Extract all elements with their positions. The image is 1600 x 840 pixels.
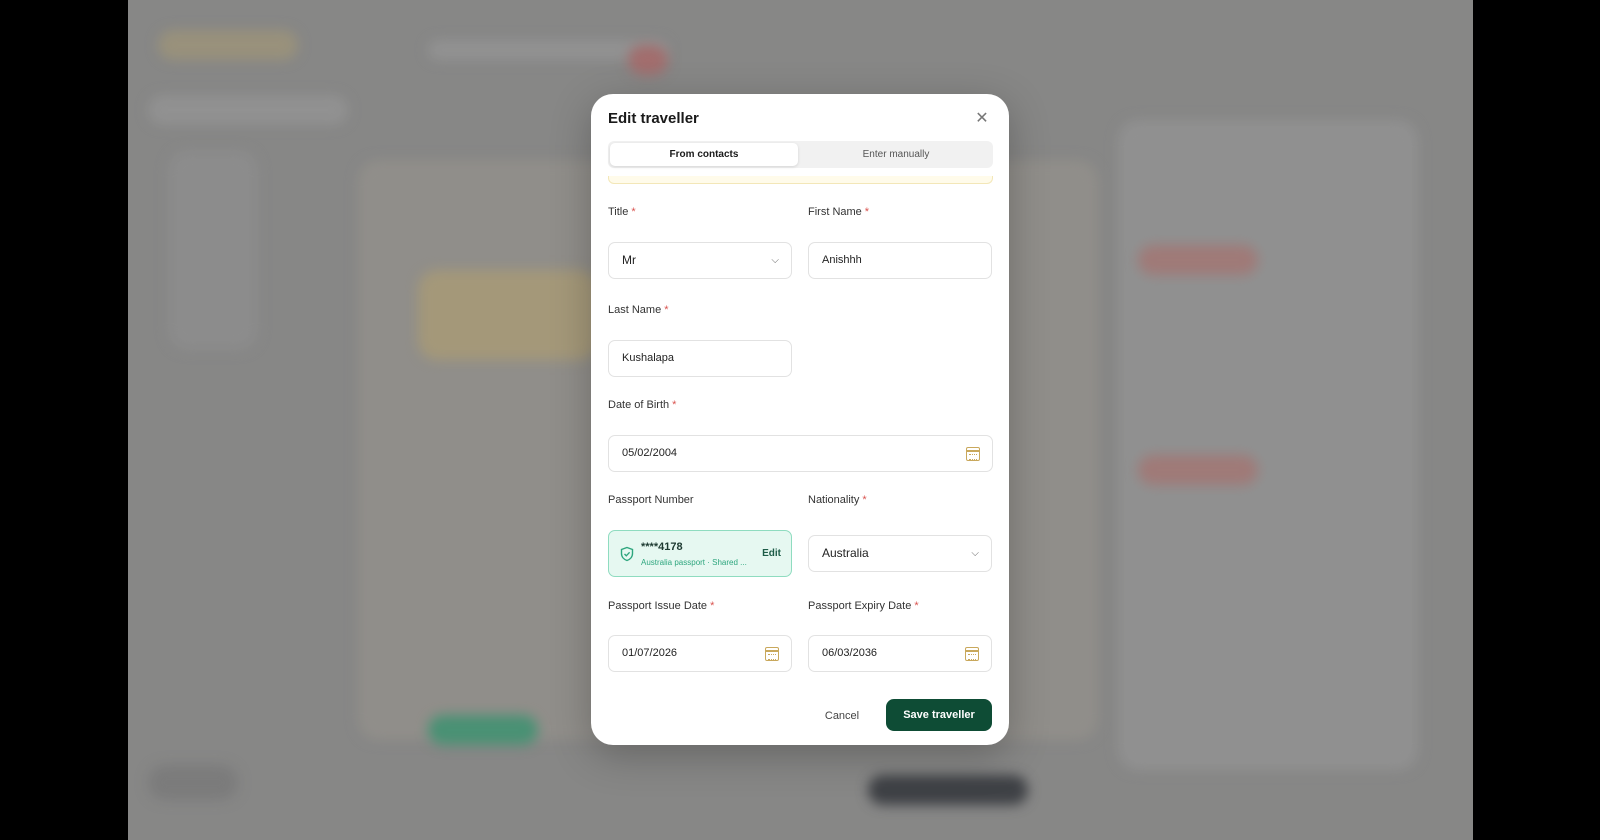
- first-name-input[interactable]: Anishhh: [808, 242, 992, 279]
- title-select[interactable]: Mr ⌵: [608, 242, 792, 279]
- dob-label: Date of Birth *: [608, 399, 677, 411]
- save-traveller-button[interactable]: Save traveller: [886, 699, 992, 731]
- chevron-down-icon: ⌵: [971, 548, 979, 559]
- passport-subtitle: Australia passport · Shared ...: [641, 558, 747, 567]
- calendar-icon[interactable]: [966, 447, 980, 461]
- passport-edit-button[interactable]: Edit: [762, 548, 781, 559]
- close-icon[interactable]: ✕: [974, 111, 990, 127]
- edit-traveller-modal: Edit traveller ✕ From contacts Enter man…: [591, 94, 1009, 745]
- chevron-down-icon: ⌵: [771, 255, 779, 266]
- passport-masked-number: ****4178: [641, 541, 683, 553]
- expiry-date-label: Passport Expiry Date *: [808, 600, 919, 612]
- issue-date-input[interactable]: 01/07/2026: [608, 635, 792, 672]
- expiry-date-input[interactable]: 06/03/2036: [808, 635, 992, 672]
- tab-from-contacts[interactable]: From contacts: [610, 143, 798, 166]
- screen: Edit traveller ✕ From contacts Enter man…: [0, 0, 1600, 840]
- cancel-button[interactable]: Cancel: [812, 701, 872, 731]
- calendar-icon[interactable]: [965, 647, 979, 661]
- first-name-label: First Name *: [808, 206, 870, 218]
- issue-date-label: Passport Issue Date *: [608, 600, 715, 612]
- dob-input[interactable]: 05/02/2004: [608, 435, 993, 472]
- last-name-label: Last Name *: [608, 304, 669, 316]
- passport-verified-card[interactable]: ****4178 Australia passport · Shared ...…: [608, 530, 792, 577]
- modal-title: Edit traveller: [608, 110, 699, 127]
- nationality-label: Nationality *: [808, 494, 867, 506]
- nationality-select[interactable]: Australia ⌵: [808, 535, 992, 572]
- notice-banner-edge: [608, 176, 993, 184]
- source-tabs: From contacts Enter manually: [608, 141, 993, 168]
- last-name-input[interactable]: Kushalapa: [608, 340, 792, 377]
- shield-check-icon: [620, 546, 634, 562]
- passport-number-label: Passport Number: [608, 494, 694, 506]
- tab-enter-manually[interactable]: Enter manually: [802, 143, 990, 166]
- calendar-icon[interactable]: [765, 647, 779, 661]
- title-label: Title *: [608, 206, 636, 218]
